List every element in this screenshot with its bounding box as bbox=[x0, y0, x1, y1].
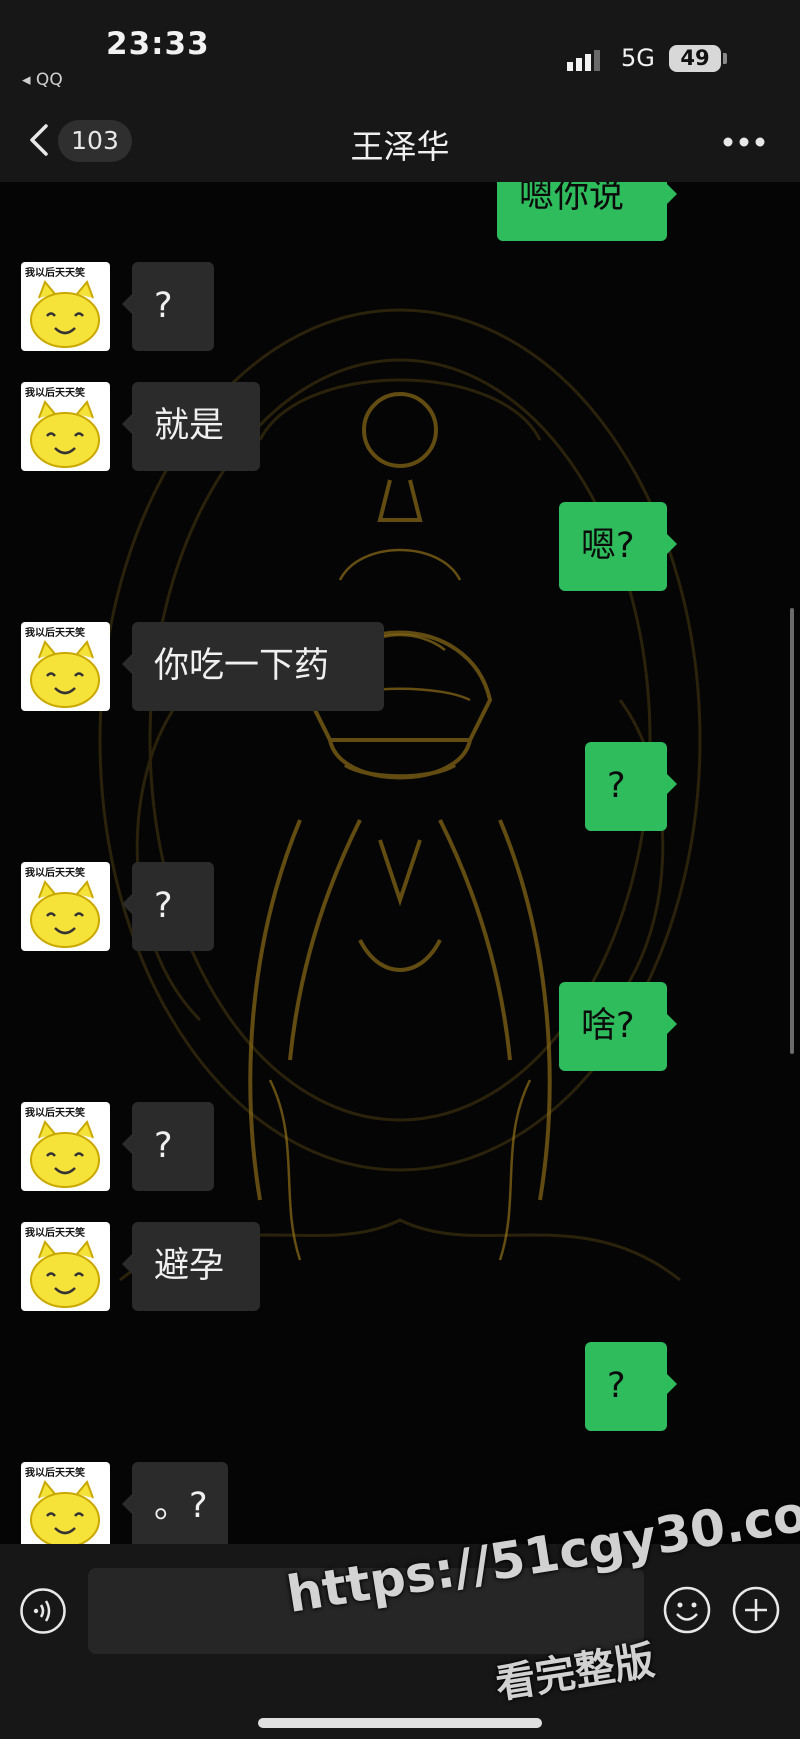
scrollbar[interactable] bbox=[790, 608, 794, 1054]
message-bubble-incoming[interactable]: 就是 bbox=[122, 382, 260, 471]
signal-icon bbox=[567, 50, 600, 71]
message-bubble-incoming[interactable]: ? bbox=[122, 862, 214, 951]
message-bubble-incoming[interactable]: 。? bbox=[122, 1462, 228, 1544]
emoji-icon[interactable] bbox=[662, 1585, 712, 1635]
back-to-app-link[interactable]: ◂ QQ bbox=[22, 70, 63, 90]
contact-avatar[interactable]: 我以后天天笑 bbox=[21, 1462, 110, 1544]
plus-icon[interactable] bbox=[731, 1585, 781, 1635]
contact-avatar[interactable]: 我以后天天笑 bbox=[21, 262, 110, 351]
message-bubble-incoming[interactable]: ? bbox=[122, 262, 214, 351]
message-bubble-incoming[interactable]: 避孕 bbox=[122, 1222, 260, 1311]
contact-avatar[interactable]: 我以后天天笑 bbox=[21, 1222, 110, 1311]
contact-avatar[interactable]: 我以后天天笑 bbox=[21, 1102, 110, 1191]
home-indicator[interactable] bbox=[258, 1718, 542, 1728]
message-bubble-outgoing[interactable]: ? bbox=[585, 1342, 677, 1431]
smiley-sticker-icon bbox=[30, 280, 100, 348]
message-bubble-outgoing[interactable]: 啥? bbox=[559, 982, 677, 1071]
chat-header: 103 王泽华 bbox=[0, 100, 800, 182]
network-type: 5G bbox=[621, 44, 655, 72]
more-options-icon[interactable] bbox=[722, 136, 766, 148]
smiley-sticker-icon bbox=[30, 880, 100, 948]
contact-avatar[interactable]: 我以后天天笑 bbox=[21, 862, 110, 951]
message-bubble-outgoing[interactable]: 嗯你说 bbox=[497, 182, 677, 241]
smiley-sticker-icon bbox=[30, 640, 100, 708]
message-bubble-outgoing[interactable]: ? bbox=[585, 742, 677, 831]
smiley-sticker-icon bbox=[30, 1120, 100, 1188]
status-bar: 23:33 ◂ QQ 5G 49 bbox=[0, 0, 800, 100]
contact-avatar[interactable]: 我以后天天笑 bbox=[21, 382, 110, 471]
battery-icon: 49 bbox=[669, 45, 721, 72]
message-bubble-incoming[interactable]: ? bbox=[122, 1102, 214, 1191]
voice-input-icon[interactable] bbox=[19, 1587, 67, 1635]
smiley-sticker-icon bbox=[30, 1240, 100, 1308]
chat-title: 王泽华 bbox=[350, 127, 450, 166]
status-time: 23:33 bbox=[106, 26, 210, 62]
battery-cap bbox=[723, 53, 727, 64]
message-bubble-incoming[interactable]: 你吃一下药 bbox=[122, 622, 384, 711]
contact-avatar[interactable]: 我以后天天笑 bbox=[21, 622, 110, 711]
smiley-sticker-icon bbox=[30, 400, 100, 468]
message-list[interactable]: 嗯你说 我以后天天笑 ? 我以后天天笑 就是 嗯? 我以后天天笑 你吃一下药 ? bbox=[0, 182, 800, 1544]
smiley-sticker-icon bbox=[30, 1480, 100, 1544]
message-bubble-outgoing[interactable]: 嗯? bbox=[559, 502, 677, 591]
